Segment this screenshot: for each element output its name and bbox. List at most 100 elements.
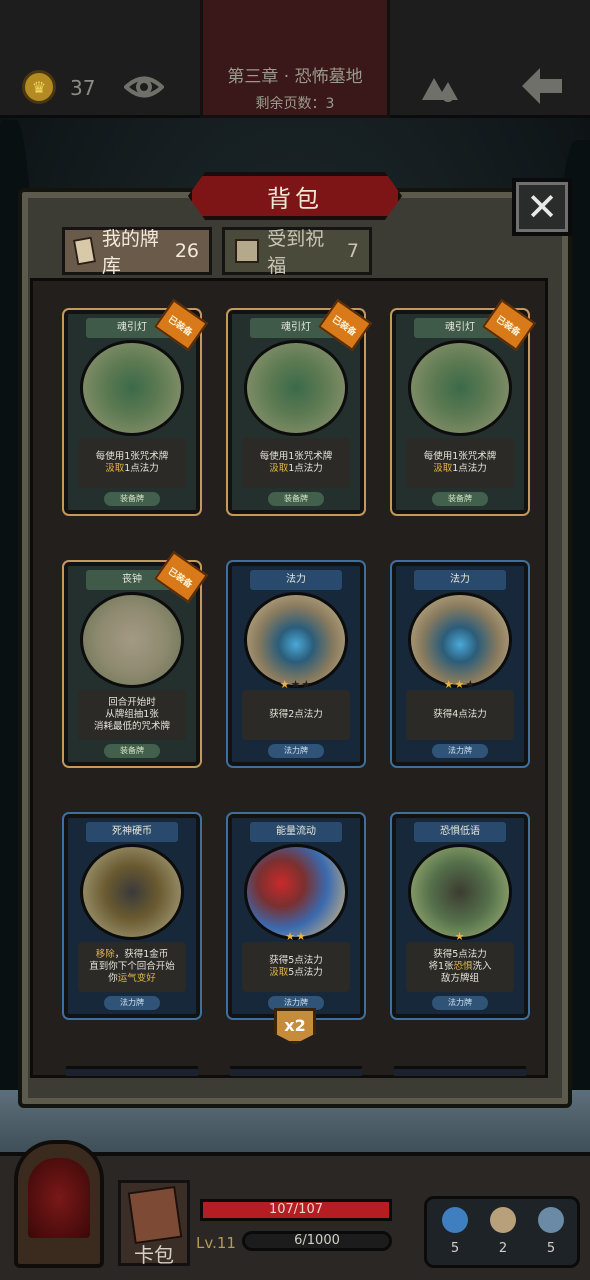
card-type: 法力牌 [104, 996, 160, 1010]
tab-count: 7 [346, 240, 359, 262]
gold-coin-icon: ♛ [22, 70, 56, 104]
desc-line: 从牌组抽1张 [105, 709, 159, 720]
desc-line: 回合开始时 [108, 697, 156, 708]
pages-remaining: 剩余页数：3 [255, 96, 335, 112]
desc-keyword: 运气变好 [117, 973, 156, 984]
card-peek [230, 1066, 362, 1076]
gift-icon [235, 239, 260, 263]
card-description: 获得4点法力 [406, 690, 514, 740]
card-death-bell[interactable]: 丧钟 已装备 回合开始时 从牌组抽1张 消耗最低的咒术牌 装备牌 [64, 551, 208, 766]
desc-line: 将1张 [428, 961, 454, 972]
card-description: 获得5点法力 汲取5点法力 [242, 942, 350, 992]
card-death-coin[interactable]: 死神硬币 移除，获得1金币 直到你下个回合开始 你运气变好 法力牌 [64, 814, 200, 1018]
tab-label: 我的牌库 [101, 228, 159, 277]
card-name: 法力 [414, 570, 506, 590]
desc-line: 获得5点法力 [433, 949, 487, 960]
card-type: 法力牌 [268, 744, 324, 758]
card-type: 法力牌 [268, 996, 324, 1010]
desc-line: 直到你下个回合开始 [89, 961, 175, 972]
resource-value: 5 [450, 1241, 460, 1256]
hp-text: 107/107 [268, 1202, 323, 1217]
card-type: 装备牌 [268, 492, 324, 506]
resource-value: 5 [546, 1241, 556, 1256]
card-description: 每使用1张咒术牌 汲取1点法力 [242, 438, 350, 488]
bell-art [80, 592, 184, 688]
chapter-title: 第三章 · 恐怖墓地 [227, 67, 363, 87]
lantern-art [244, 340, 348, 436]
hourglass-icon [490, 1207, 516, 1233]
top-bar: 第三章 · 恐怖墓地 剩余页数：3 ♛ 37 [0, 0, 590, 118]
mana-orb-art [408, 592, 512, 688]
tab-count: 26 [174, 240, 199, 262]
hourglass-slot[interactable]: 2 [481, 1203, 525, 1265]
card-type: 法力牌 [432, 744, 488, 758]
resource-panel: 5 2 5 [424, 1196, 580, 1268]
desc-keyword: 汲取 [269, 463, 289, 474]
desc-line: 5点法力 [288, 967, 323, 978]
desc-keyword: 移除 [95, 949, 115, 960]
tab-my-deck[interactable]: 我的牌库 26 [62, 227, 212, 277]
mana-orb-slot[interactable]: 5 [433, 1203, 477, 1265]
card-description: 每使用1张咒术牌 汲取1点法力 [78, 438, 186, 488]
hp-bar: 107/107 [200, 1199, 392, 1221]
desc-keyword: 汲取 [269, 967, 289, 978]
tab-label: 受到祝福 [267, 228, 325, 277]
desc-keyword: 汲取 [433, 463, 453, 474]
desc-line: 消耗最低的咒术牌 [93, 721, 170, 732]
card-peek [394, 1066, 526, 1076]
desc-line: 1点法力 [124, 463, 159, 474]
card-mana[interactable]: 法力 ★★★ 获得4点法力 法力牌 [392, 562, 528, 766]
xp-bar: 6/1000 [242, 1231, 392, 1251]
energy-flow-art [244, 844, 348, 940]
skull-coin-art [80, 844, 184, 940]
tab-blessings[interactable]: 受到祝福 7 [222, 227, 372, 277]
map-icon[interactable] [418, 66, 462, 106]
close-button[interactable]: ✕ [512, 178, 572, 236]
card-type: 装备牌 [104, 492, 160, 506]
card-type: 装备牌 [104, 744, 160, 758]
backpack-title: 背包 [188, 172, 402, 220]
card-type: 法力牌 [432, 996, 488, 1010]
cards-icon [72, 236, 97, 266]
card-description: 移除，获得1金币 直到你下个回合开始 你运气变好 [78, 942, 186, 992]
reaper-art [408, 844, 512, 940]
cards-slot[interactable]: 5 [529, 1203, 573, 1265]
card-fear-whisper[interactable]: 恐惧低语 ★ 获得5点法力 将1张恐惧洗入 敌方牌组 法力牌 [392, 814, 528, 1018]
desc-line: 每使用1张咒术牌 [95, 451, 169, 462]
desc-line: 1点法力 [288, 463, 323, 474]
desc-line: 获得5点法力 [269, 955, 323, 966]
mana-orb-art [244, 592, 348, 688]
xp-text: 6/1000 [294, 1233, 340, 1248]
card-name: 死神硬币 [86, 822, 178, 842]
desc-line: 每使用1张咒术牌 [259, 451, 333, 462]
mana-orb-icon [442, 1207, 468, 1233]
card-type: 装备牌 [432, 492, 488, 506]
card-name: 法力 [250, 570, 342, 590]
desc-line: 敌方牌组 [440, 973, 479, 984]
card-pack-button[interactable]: 卡包 [118, 1180, 190, 1267]
card-soul-lantern[interactable]: 魂引灯 已装备 每使用1张咒术牌 汲取1点法力 装备牌 [392, 299, 536, 514]
lantern-art [80, 340, 184, 436]
lantern-art [408, 340, 512, 436]
desc-line: 获得4点法力 [433, 709, 487, 720]
card-description: 获得2点法力 [242, 690, 350, 740]
card-description: 每使用1张咒术牌 汲取1点法力 [406, 438, 514, 488]
card-soul-lantern[interactable]: 魂引灯 已装备 每使用1张咒术牌 汲取1点法力 装备牌 [64, 299, 208, 514]
desc-keyword: 恐惧 [453, 961, 473, 972]
desc-line: 获得2点法力 [269, 709, 323, 720]
card-pack-icon [127, 1185, 183, 1245]
card-description: 回合开始时 从牌组抽1张 消耗最低的咒术牌 [78, 690, 186, 740]
card-mana[interactable]: 法力 ★★★ 获得2点法力 法力牌 [228, 562, 364, 766]
card-description: 获得5点法力 将1张恐惧洗入 敌方牌组 [406, 942, 514, 992]
desc-line: 1点法力 [452, 463, 487, 474]
eye-icon[interactable] [124, 70, 164, 104]
card-soul-lantern[interactable]: 魂引灯 已装备 每使用1张咒术牌 汲取1点法力 装备牌 [228, 299, 372, 514]
card-pack-label: 卡包 [134, 1243, 174, 1267]
card-name: 恐惧低语 [414, 822, 506, 842]
card-peek [66, 1066, 198, 1076]
hero-portrait[interactable] [14, 1140, 104, 1268]
close-icon: ✕ [526, 185, 558, 229]
card-energy-flow[interactable]: 能量流动 ★★ 获得5点法力 汲取5点法力 法力牌 [228, 814, 364, 1018]
back-arrow-icon[interactable] [518, 66, 566, 106]
desc-line: 洗入 [472, 961, 492, 972]
